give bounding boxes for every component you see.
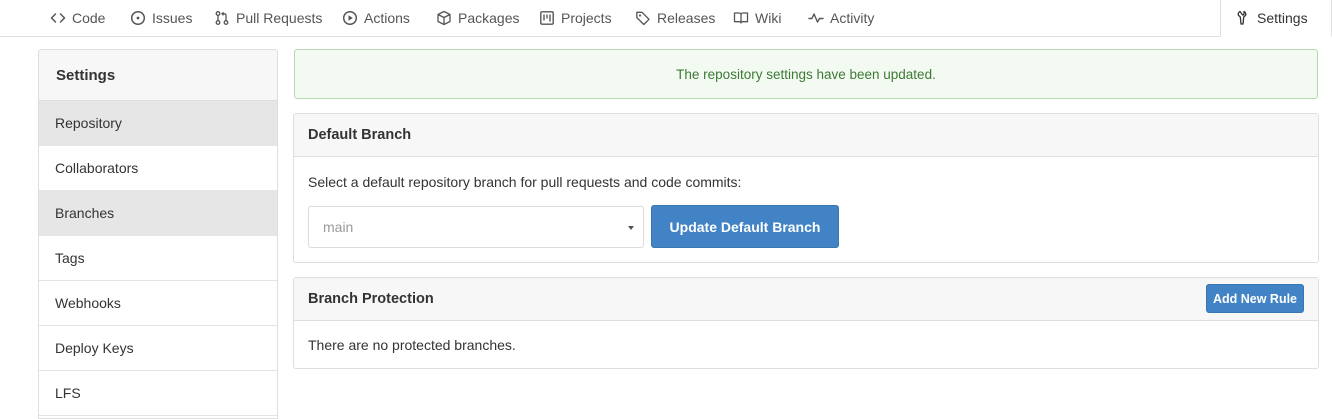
issue-icon xyxy=(130,10,146,26)
pull-request-icon xyxy=(214,10,230,26)
default-branch-title: Default Branch xyxy=(294,114,1318,157)
sidebar-item-lfs[interactable]: LFS xyxy=(39,371,277,416)
default-branch-description: Select a default repository branch for p… xyxy=(308,174,742,190)
branch-select-value: main xyxy=(323,219,354,235)
tab-activity[interactable]: Activity xyxy=(808,0,874,36)
tab-label: Packages xyxy=(458,10,520,26)
update-default-branch-button[interactable]: Update Default Branch xyxy=(651,205,839,248)
add-new-rule-button[interactable]: Add New Rule xyxy=(1206,284,1304,313)
tab-label: Actions xyxy=(364,10,410,26)
tab-actions[interactable]: Actions xyxy=(342,0,410,36)
tab-packages[interactable]: Packages xyxy=(436,0,519,36)
tab-label: Pull Requests xyxy=(236,10,323,26)
tab-releases[interactable]: Releases xyxy=(635,0,715,36)
tab-code[interactable]: Code xyxy=(50,0,105,36)
caret-down-icon xyxy=(628,226,634,230)
tab-label: Wiki xyxy=(755,10,782,26)
tab-label: Issues xyxy=(152,10,193,26)
sidebar-title: Settings xyxy=(39,50,277,101)
alert-message: The repository settings have been update… xyxy=(676,66,936,82)
sidebar-item-tags[interactable]: Tags xyxy=(39,236,277,281)
no-protected-branches-text: There are no protected branches. xyxy=(308,337,516,353)
tab-label: Activity xyxy=(830,10,875,26)
tab-settings[interactable]: Settings xyxy=(1220,0,1332,37)
sidebar-item-repository[interactable]: Repository xyxy=(39,101,277,146)
sidebar-item-collaborators[interactable]: Collaborators xyxy=(39,146,277,191)
branch-select[interactable]: main xyxy=(308,206,644,248)
branch-protection-title: Branch Protection xyxy=(294,278,1318,321)
tools-icon xyxy=(1235,10,1251,26)
repo-nav: Code Issues Pull Requests Actions Packag… xyxy=(0,0,1332,37)
tab-label: Releases xyxy=(657,10,716,26)
tag-icon xyxy=(635,10,651,26)
sidebar-item-deploy-keys[interactable]: Deploy Keys xyxy=(39,326,277,371)
tab-pull-requests[interactable]: Pull Requests xyxy=(214,0,322,36)
default-branch-panel: Default Branch Select a default reposito… xyxy=(293,113,1319,263)
sidebar-item-webhooks[interactable]: Webhooks xyxy=(39,281,277,326)
play-icon xyxy=(342,10,358,26)
tab-projects[interactable]: Projects xyxy=(539,0,612,36)
branch-protection-panel: Branch Protection Add New Rule There are… xyxy=(293,277,1319,369)
project-icon xyxy=(539,10,555,26)
book-icon xyxy=(733,10,749,26)
package-icon xyxy=(436,10,452,26)
code-icon xyxy=(50,10,66,26)
settings-sidebar: Settings Repository Collaborators Branch… xyxy=(38,49,278,419)
tab-issues[interactable]: Issues xyxy=(130,0,192,36)
tab-label: Settings xyxy=(1257,10,1308,26)
tab-label: Projects xyxy=(561,10,612,26)
success-alert: The repository settings have been update… xyxy=(294,49,1318,99)
tab-label: Code xyxy=(72,10,106,26)
tab-wiki[interactable]: Wiki xyxy=(733,0,781,36)
pulse-icon xyxy=(808,10,824,26)
sidebar-item-branches[interactable]: Branches xyxy=(39,191,277,236)
